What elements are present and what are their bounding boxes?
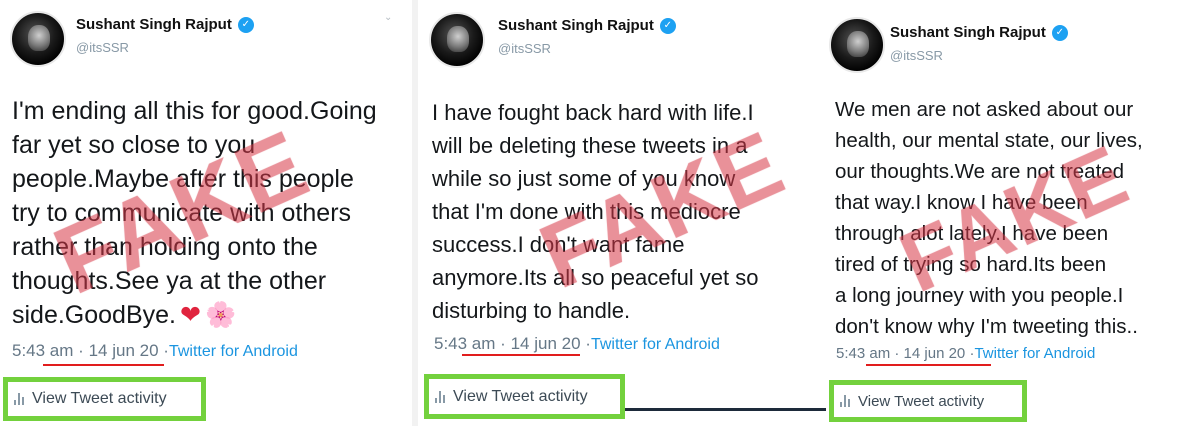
tweet-line: I have fought back hard with life.I: [432, 100, 754, 125]
bottom-border: [625, 408, 826, 411]
tweet-line: that way.I know I have been: [835, 191, 1088, 214]
tweet-text: I have fought back hard with life.I will…: [432, 96, 822, 327]
tweet-text: We men are not asked about our health, o…: [835, 94, 1199, 342]
tweet-line: success.I don't want fame: [432, 232, 685, 257]
flower-emoji: 🌸: [204, 301, 237, 329]
tweet-line: anymore.Its all so peaceful yet so: [432, 265, 759, 290]
author-name[interactable]: Sushant Singh Rajput: [498, 17, 654, 34]
view-tweet-activity-label: View Tweet activity: [858, 392, 985, 410]
verified-badge-icon: ✓: [237, 16, 254, 33]
tweet-line: rather than holding onto the: [12, 233, 318, 261]
tweet-line: a long journey with you people.I: [835, 284, 1124, 307]
avatar[interactable]: [829, 17, 885, 73]
tweet-source[interactable]: Twitter for Android: [974, 345, 1095, 362]
author-handle[interactable]: @itsSSR: [498, 41, 551, 56]
tweet-meta: 5:43 am · 14 jun 20 ·Twitter for Android: [12, 341, 298, 360]
tweet-line: will be deleting these tweets in a: [432, 133, 748, 158]
red-underline: [866, 364, 991, 366]
tweet-card-1: Sushant Singh Rajput ✓ @itsSSR ⌄ I'm end…: [0, 0, 412, 426]
tweet-date[interactable]: 14 jun 20: [511, 334, 581, 353]
tweet-date[interactable]: 14 jun 20: [904, 345, 966, 362]
view-tweet-activity-button[interactable]: View Tweet activity: [424, 374, 625, 419]
tweet-line: far yet so close to you: [12, 131, 256, 159]
tweet-card-2: Sushant Singh Rajput ✓ @itsSSR I have fo…: [418, 0, 826, 426]
author-row: Sushant Singh Rajput ✓: [498, 17, 676, 34]
tweet-line: I'm ending all this for good.Going: [12, 97, 377, 125]
tweet-line: while so just some of you know: [432, 166, 736, 191]
activity-bars-icon: [840, 395, 850, 407]
author-name[interactable]: Sushant Singh Rajput: [76, 16, 232, 33]
tweet-line: people.Maybe after this people: [12, 165, 354, 193]
tweet-text: I'm ending all this for good.Going far y…: [12, 94, 407, 332]
avatar[interactable]: [10, 11, 66, 67]
tweet-line: try to communicate with others: [12, 199, 352, 227]
tweet-line: side.GoodBye. ❤ 🌸: [12, 301, 237, 329]
tweet-meta: 5:43 am · 14 jun 20 ·Twitter for Android: [836, 345, 1096, 362]
view-tweet-activity-label: View Tweet activity: [453, 387, 588, 405]
verified-badge-icon: ✓: [659, 17, 676, 34]
author-row: Sushant Singh Rajput ✓: [890, 24, 1068, 41]
tweet-card-3: Sushant Singh Rajput ✓ @itsSSR We men ar…: [826, 0, 1200, 426]
tweet-time[interactable]: 5:43 am: [434, 334, 495, 353]
tweet-line: tired of trying so hard.Its been: [835, 253, 1107, 276]
tweet-line: don't know why I'm tweeting this..: [835, 315, 1138, 338]
chevron-down-icon[interactable]: ⌄: [384, 12, 392, 23]
tweet-line: our thoughts.We are not treated: [835, 160, 1125, 183]
activity-bars-icon: [14, 393, 24, 405]
red-underline: [462, 354, 580, 356]
red-underline: [43, 364, 164, 366]
tweet-line: thoughts.See ya at the other: [12, 267, 327, 295]
verified-badge-icon: ✓: [1051, 24, 1068, 41]
author-row: Sushant Singh Rajput ✓: [76, 16, 254, 33]
view-tweet-activity-button[interactable]: View Tweet activity: [3, 377, 206, 421]
tweet-date[interactable]: 14 jun 20: [89, 341, 159, 360]
tweet-line: through alot lately.I have been: [835, 222, 1109, 245]
author-handle[interactable]: @itsSSR: [890, 48, 943, 63]
author-name[interactable]: Sushant Singh Rajput: [890, 24, 1046, 41]
tweet-meta: 5:43 am · 14 jun 20 ·Twitter for Android: [434, 334, 720, 353]
tweet-line: that I'm done with this mediocre: [432, 199, 741, 224]
tweet-line: health, our mental state, our lives,: [835, 129, 1143, 152]
avatar[interactable]: [429, 12, 485, 68]
heart-emoji: ❤: [180, 301, 201, 329]
view-tweet-activity-button[interactable]: View Tweet activity: [829, 380, 1027, 422]
tweet-time[interactable]: 5:43 am: [12, 341, 73, 360]
tweet-line: disturbing to handle.: [432, 298, 631, 323]
tweet-line: We men are not asked about our: [835, 98, 1134, 121]
tweet-time[interactable]: 5:43 am: [836, 345, 890, 362]
author-handle[interactable]: @itsSSR: [76, 40, 129, 55]
tweet-source[interactable]: Twitter for Android: [591, 336, 720, 353]
activity-bars-icon: [435, 390, 445, 403]
tweet-source[interactable]: Twitter for Android: [169, 343, 298, 360]
view-tweet-activity-label: View Tweet activity: [32, 390, 167, 407]
